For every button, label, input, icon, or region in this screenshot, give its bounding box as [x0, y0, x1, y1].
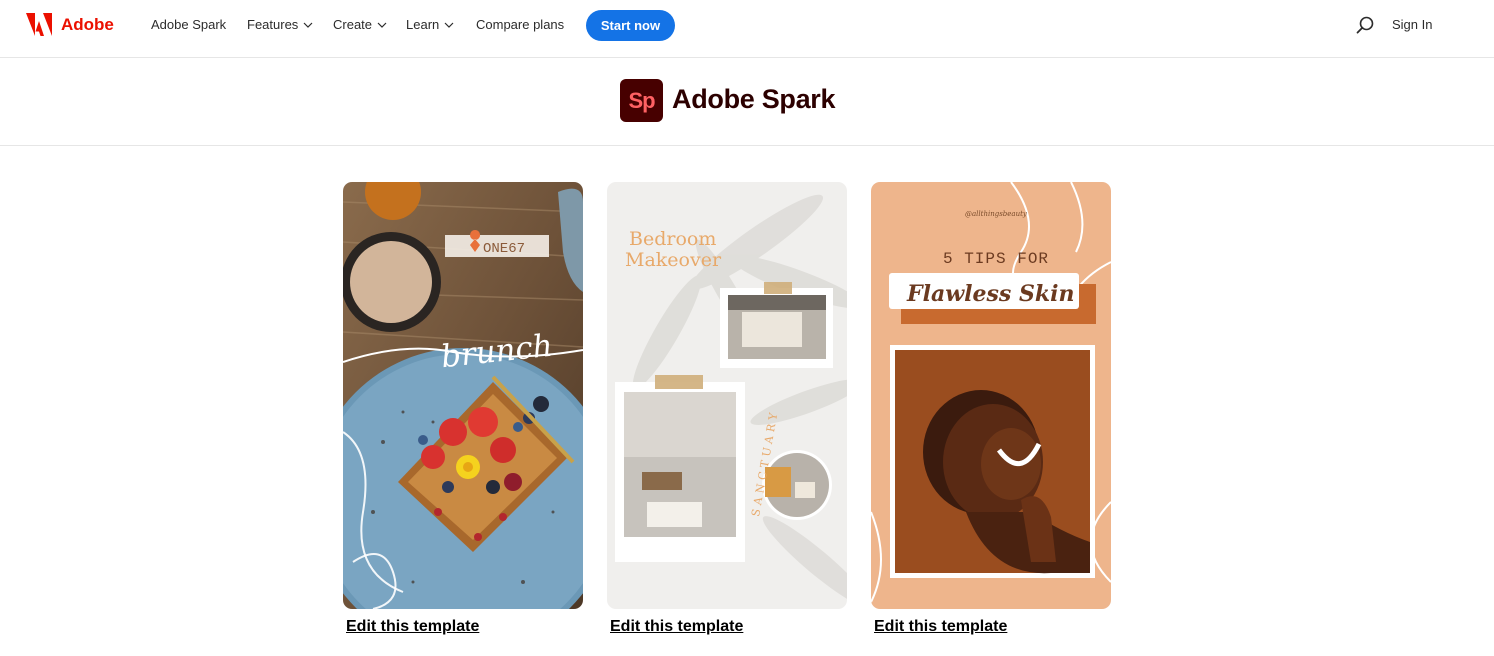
spark-logo-icon: Sp: [620, 79, 663, 122]
template-card-bedroom-makeover[interactable]: Bedroom Makeover SANCTUARY: [607, 182, 847, 609]
adobe-logo-link[interactable]: Adobe: [26, 13, 114, 36]
nav-item-compare-plans[interactable]: Compare plans: [476, 17, 564, 32]
nav-item-label: Features: [247, 17, 299, 32]
template-card-flawless-skin[interactable]: @allthingsbeauty 5 TIPS FOR Flawless Ski…: [871, 182, 1111, 609]
nav-item-create[interactable]: Create: [333, 17, 387, 32]
sign-in-link[interactable]: Sign In: [1392, 17, 1432, 32]
spark-header: Sp Adobe Spark: [0, 58, 1494, 146]
skin-template-image: @allthingsbeauty 5 TIPS FOR Flawless Ski…: [871, 182, 1111, 609]
nav-item-label: Create: [333, 17, 373, 32]
edit-template-link-1[interactable]: Edit this template: [346, 618, 479, 636]
location-tag-text: ONE67: [483, 241, 525, 257]
social-handle-text: @allthingsbeauty: [965, 210, 1028, 218]
nav-item-learn[interactable]: Learn: [406, 17, 454, 32]
page-title: Adobe Spark: [672, 84, 836, 114]
nav-item-label: Compare plans: [476, 17, 565, 32]
flawless-skin-banner: Flawless Skin: [906, 281, 1074, 307]
bedroom-title-line2: Makeover: [625, 249, 722, 271]
tips-heading: 5 TIPS FOR: [943, 250, 1049, 268]
chevron-down-icon: [303, 22, 313, 28]
nav-item-adobe-spark[interactable]: Adobe Spark: [151, 17, 226, 32]
nav-item-label: Adobe Spark: [151, 17, 227, 32]
adobe-logo-icon: [26, 13, 52, 36]
top-navigation: Adobe Adobe Spark Features Create Learn …: [0, 0, 1494, 58]
search-icon[interactable]: [1356, 16, 1375, 35]
edit-template-link-2[interactable]: Edit this template: [610, 618, 743, 636]
chevron-down-icon: [377, 22, 387, 28]
template-card-brunch[interactable]: ONE67 brunch: [343, 182, 583, 609]
brunch-template-image: ONE67 brunch: [343, 182, 583, 609]
bedroom-title-line1: Bedroom: [629, 228, 716, 250]
edit-template-link-3[interactable]: Edit this template: [874, 618, 1007, 636]
nav-item-label: Learn: [406, 17, 440, 32]
spark-logo-text: Sp: [628, 87, 655, 113]
bedroom-template-image: Bedroom Makeover SANCTUARY: [607, 182, 847, 609]
adobe-brand-name: Adobe: [61, 14, 114, 34]
start-now-button[interactable]: Start now: [586, 10, 675, 41]
nav-item-features[interactable]: Features: [247, 17, 313, 32]
chevron-down-icon: [444, 22, 454, 28]
